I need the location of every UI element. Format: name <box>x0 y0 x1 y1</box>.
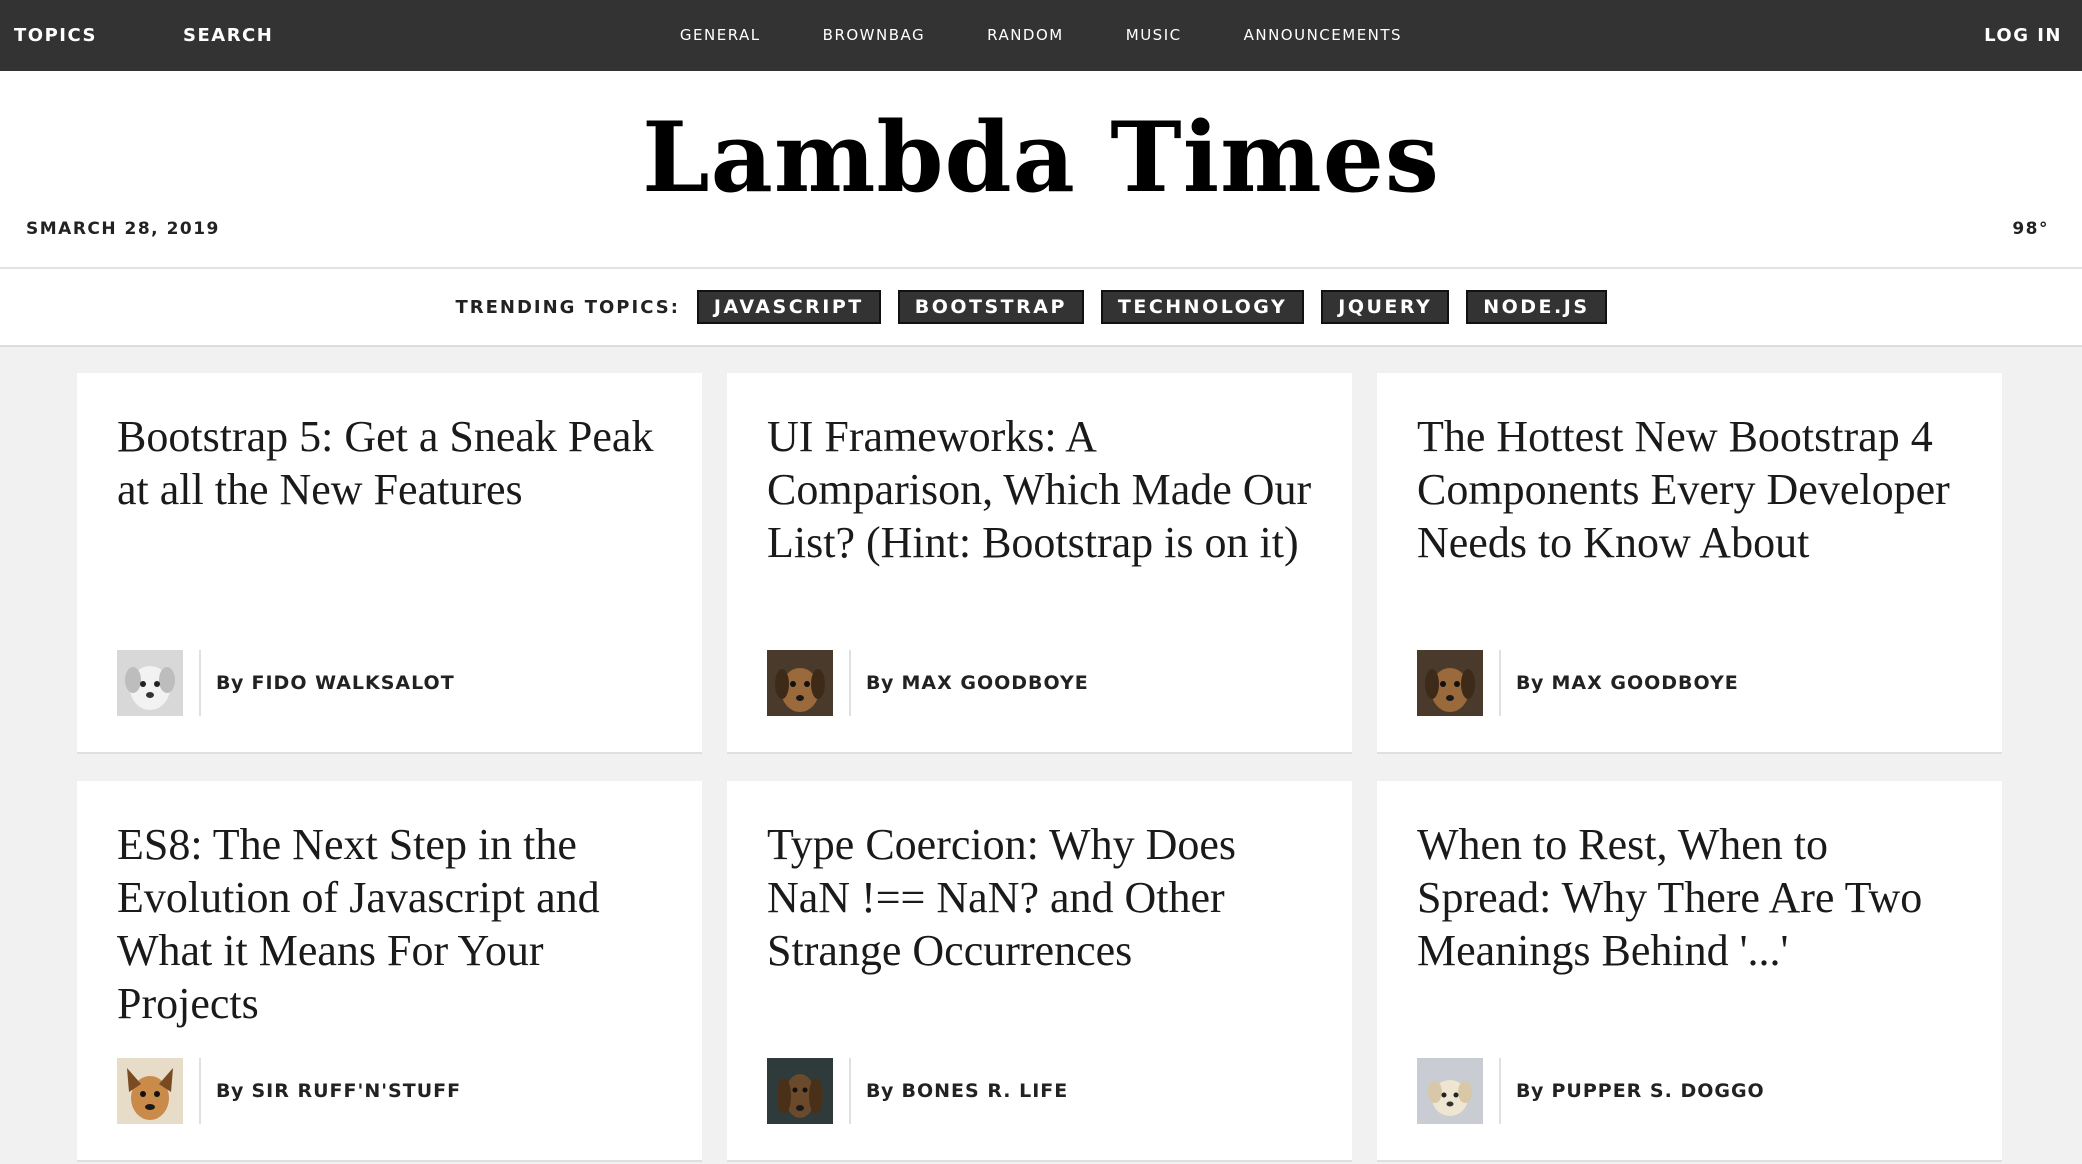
tab-announcements[interactable]: ANNOUNCEMENTS <box>1244 0 1402 71</box>
author-byline: By SIR RUFF'N'STUFF <box>216 1080 461 1102</box>
header-date: SMARCH 28, 2019 <box>26 219 220 239</box>
byline-prefix: By <box>866 1080 894 1102</box>
author-divider <box>199 1058 201 1124</box>
site-title: Lambda Times <box>642 101 1440 214</box>
article-card[interactable]: ES8: The Next Step in the Evolution of J… <box>77 781 702 1162</box>
trending-topics-bar: TRENDING TOPICS: JAVASCRIPT BOOTSTRAP TE… <box>0 269 2082 347</box>
article-headline[interactable]: ES8: The Next Step in the Evolution of J… <box>117 818 662 1030</box>
byline-prefix: By <box>1516 1080 1544 1102</box>
tab-general[interactable]: GENERAL <box>680 0 761 71</box>
dog-avatar-icon <box>767 1058 833 1124</box>
article-headline[interactable]: Bootstrap 5: Get a Sneak Peak at all the… <box>117 410 662 516</box>
author-byline: By MAX GOODBOYE <box>1516 672 1739 694</box>
author-byline: By PUPPER S. DOGGO <box>1516 1080 1765 1102</box>
dog-avatar-icon <box>117 1058 183 1124</box>
article-card[interactable]: The Hottest New Bootstrap 4 Components E… <box>1377 373 2002 754</box>
tab-brownbag[interactable]: BROWNBAG <box>823 0 925 71</box>
author-name[interactable]: FIDO WALKSALOT <box>252 672 455 694</box>
topic-tag-nodejs[interactable]: NODE.JS <box>1466 290 1607 324</box>
topic-tag-jquery[interactable]: JQUERY <box>1321 290 1450 324</box>
article-grid: Bootstrap 5: Get a Sneak Peak at all the… <box>77 373 2003 1162</box>
author-name[interactable]: PUPPER S. DOGGO <box>1552 1080 1765 1102</box>
article-headline[interactable]: UI Frameworks: A Comparison, Which Made … <box>767 410 1312 569</box>
byline-prefix: By <box>216 672 244 694</box>
dog-avatar-icon <box>117 650 183 716</box>
tab-random[interactable]: RANDOM <box>987 0 1064 71</box>
author-name[interactable]: MAX GOODBOYE <box>902 672 1089 694</box>
author-name[interactable]: BONES R. LIFE <box>902 1080 1069 1102</box>
article-author: By MAX GOODBOYE <box>767 650 1089 716</box>
header-temperature: 98° <box>2012 219 2049 239</box>
author-divider <box>849 650 851 716</box>
author-byline: By MAX GOODBOYE <box>866 672 1089 694</box>
article-author: By PUPPER S. DOGGO <box>1417 1058 1765 1124</box>
topic-tag-bootstrap[interactable]: BOOTSTRAP <box>897 290 1084 324</box>
author-divider <box>1499 650 1501 716</box>
author-name[interactable]: SIR RUFF'N'STUFF <box>252 1080 462 1102</box>
dog-avatar-icon <box>1417 650 1483 716</box>
trending-label: TRENDING TOPICS: <box>455 296 680 318</box>
article-author: By SIR RUFF'N'STUFF <box>117 1058 461 1124</box>
section-tabs: GENERAL BROWNBAG RANDOM MUSIC ANNOUNCEME… <box>0 0 2082 71</box>
article-author: By FIDO WALKSALOT <box>117 650 455 716</box>
topic-tag-technology[interactable]: TECHNOLOGY <box>1100 290 1305 324</box>
article-card[interactable]: UI Frameworks: A Comparison, Which Made … <box>727 373 1352 754</box>
byline-prefix: By <box>866 672 894 694</box>
dog-avatar-icon <box>1417 1058 1483 1124</box>
topic-tag-javascript[interactable]: JAVASCRIPT <box>696 290 881 324</box>
author-byline: By BONES R. LIFE <box>866 1080 1068 1102</box>
top-nav-bar: TOPICS SEARCH GENERAL BROWNBAG RANDOM MU… <box>0 0 2082 71</box>
author-divider <box>849 1058 851 1124</box>
article-author: By BONES R. LIFE <box>767 1058 1068 1124</box>
article-card[interactable]: Type Coercion: Why Does NaN !== NaN? and… <box>727 781 1352 1162</box>
author-divider <box>1499 1058 1501 1124</box>
login-link[interactable]: LOG IN <box>1984 0 2062 71</box>
byline-prefix: By <box>216 1080 244 1102</box>
author-name[interactable]: MAX GOODBOYE <box>1552 672 1739 694</box>
article-card[interactable]: When to Rest, When to Spread: Why There … <box>1377 781 2002 1162</box>
byline-prefix: By <box>1516 672 1544 694</box>
article-headline[interactable]: Type Coercion: Why Does NaN !== NaN? and… <box>767 818 1312 977</box>
article-card[interactable]: Bootstrap 5: Get a Sneak Peak at all the… <box>77 373 702 754</box>
author-divider <box>199 650 201 716</box>
article-headline[interactable]: When to Rest, When to Spread: Why There … <box>1417 818 1962 977</box>
article-headline[interactable]: The Hottest New Bootstrap 4 Components E… <box>1417 410 1962 569</box>
tab-music[interactable]: MUSIC <box>1126 0 1182 71</box>
article-author: By MAX GOODBOYE <box>1417 650 1739 716</box>
author-byline: By FIDO WALKSALOT <box>216 672 455 694</box>
dog-avatar-icon <box>767 650 833 716</box>
masthead: Lambda Times SMARCH 28, 2019 98° <box>0 71 2082 269</box>
